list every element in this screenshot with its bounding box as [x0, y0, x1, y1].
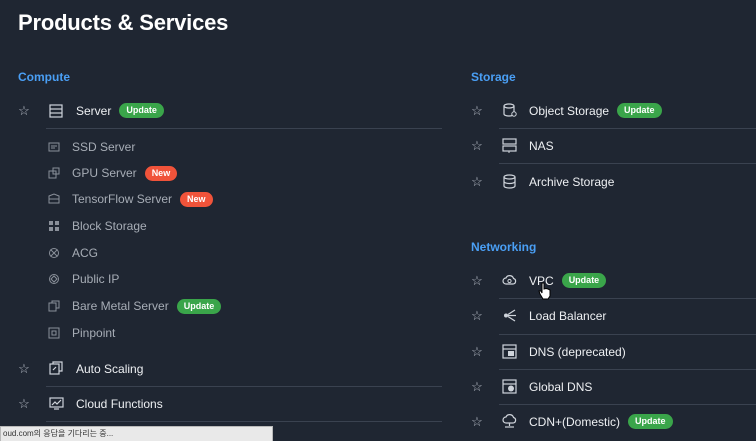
favorite-star-icon[interactable]: ☆ [471, 174, 483, 190]
auto-scaling-icon [48, 361, 64, 377]
menu-item-label: DNS (deprecated) [529, 344, 626, 359]
favorite-star-icon[interactable]: ☆ [471, 414, 483, 430]
object-storage-icon [501, 103, 517, 119]
menu-item-global-dns[interactable]: ☆ Global DNS [471, 369, 592, 404]
submenu-item-public-ip[interactable]: Public IP [48, 266, 119, 292]
menu-item-label: NAS [529, 138, 554, 153]
submenu-item-label: ACG [72, 246, 99, 260]
favorite-star-icon[interactable]: ☆ [471, 138, 483, 154]
menu-item-object-storage[interactable]: ☆ Object Storage Update [471, 93, 662, 128]
submenu-item-label: Bare Metal Server [72, 299, 169, 313]
submenu-item-bare-metal-server[interactable]: Bare Metal Server Update [48, 293, 222, 319]
menu-item-label: Object Storage [529, 103, 610, 118]
submenu-item-label: GPU Server [72, 166, 137, 180]
global-dns-icon [501, 379, 517, 395]
divider [46, 128, 442, 129]
pinpoint-icon [48, 327, 60, 339]
section-heading-networking: Networking [471, 240, 537, 254]
submenu-item-gpu-server[interactable]: GPU Server New [48, 160, 178, 186]
update-badge: Update [628, 414, 673, 429]
menu-item-nas[interactable]: ☆ NAS [471, 128, 554, 163]
menu-item-auto-scaling[interactable]: ☆ Auto Scaling [18, 351, 143, 386]
tensorflow-server-icon [48, 193, 60, 205]
menu-item-archive-storage[interactable]: ☆ Archive Storage [471, 164, 614, 199]
hand-pointer-cursor-icon [538, 282, 552, 305]
update-badge: Update [176, 298, 222, 314]
menu-item-cdn-domestic[interactable]: ☆ CDN+(Domestic) Update [471, 404, 673, 439]
menu-item-server[interactable]: ☆ Server Update [18, 93, 164, 128]
vpc-cloud-icon [501, 273, 517, 289]
favorite-star-icon[interactable]: ☆ [18, 103, 30, 119]
browser-status-bar: oud.com의 응답을 기다리는 중... [0, 426, 273, 441]
section-heading-compute: Compute [18, 70, 70, 84]
archive-storage-icon [501, 174, 517, 190]
cdn-icon [501, 414, 517, 430]
update-badge: Update [617, 103, 662, 118]
new-badge: New [180, 191, 213, 207]
menu-item-label: Global DNS [529, 379, 593, 394]
divider [46, 421, 442, 422]
update-badge: Update [561, 273, 607, 288]
bare-metal-server-icon [48, 300, 60, 312]
menu-item-label: Server [76, 103, 112, 118]
favorite-star-icon[interactable]: ☆ [471, 308, 483, 324]
submenu-item-label: Public IP [72, 272, 120, 286]
submenu-item-label: Block Storage [72, 219, 147, 233]
favorite-star-icon[interactable]: ☆ [18, 396, 30, 412]
public-ip-icon [48, 273, 60, 285]
server-icon [48, 103, 64, 119]
acg-shield-icon [48, 247, 60, 259]
ssd-server-icon [48, 141, 60, 153]
new-badge: New [144, 165, 178, 181]
menu-item-cloud-functions[interactable]: ☆ Cloud Functions [18, 386, 163, 421]
submenu-item-acg[interactable]: ACG [48, 240, 98, 266]
favorite-star-icon[interactable]: ☆ [471, 379, 483, 395]
favorite-star-icon[interactable]: ☆ [471, 344, 483, 360]
gpu-server-icon [48, 167, 60, 179]
nas-icon [501, 138, 517, 154]
cloud-functions-icon [48, 396, 64, 412]
load-balancer-icon [501, 308, 517, 324]
submenu-item-label: Pinpoint [72, 326, 116, 340]
submenu-item-label: TensorFlow Server [72, 192, 173, 206]
menu-item-label: Load Balancer [529, 308, 607, 323]
block-storage-icon [48, 220, 60, 232]
favorite-star-icon[interactable]: ☆ [471, 103, 483, 119]
dns-icon [501, 344, 517, 360]
menu-item-dns-deprecated[interactable]: ☆ DNS (deprecated) [471, 334, 626, 369]
favorite-star-icon[interactable]: ☆ [471, 273, 483, 289]
menu-item-label: CDN+(Domestic) [529, 414, 621, 429]
menu-item-label: Auto Scaling [76, 361, 144, 376]
menu-item-label: Cloud Functions [76, 396, 163, 411]
favorite-star-icon[interactable]: ☆ [18, 361, 30, 377]
submenu-item-label: SSD Server [72, 140, 136, 154]
submenu-item-block-storage[interactable]: Block Storage [48, 213, 147, 239]
submenu-item-pinpoint[interactable]: Pinpoint [48, 320, 115, 346]
section-heading-storage: Storage [471, 70, 516, 84]
menu-item-label: Archive Storage [529, 174, 615, 189]
page-title: Products & Services [18, 10, 229, 35]
update-badge: Update [119, 103, 164, 118]
submenu-item-ssd-server[interactable]: SSD Server [48, 134, 135, 160]
submenu-item-tensorflow-server[interactable]: TensorFlow Server New [48, 186, 213, 212]
